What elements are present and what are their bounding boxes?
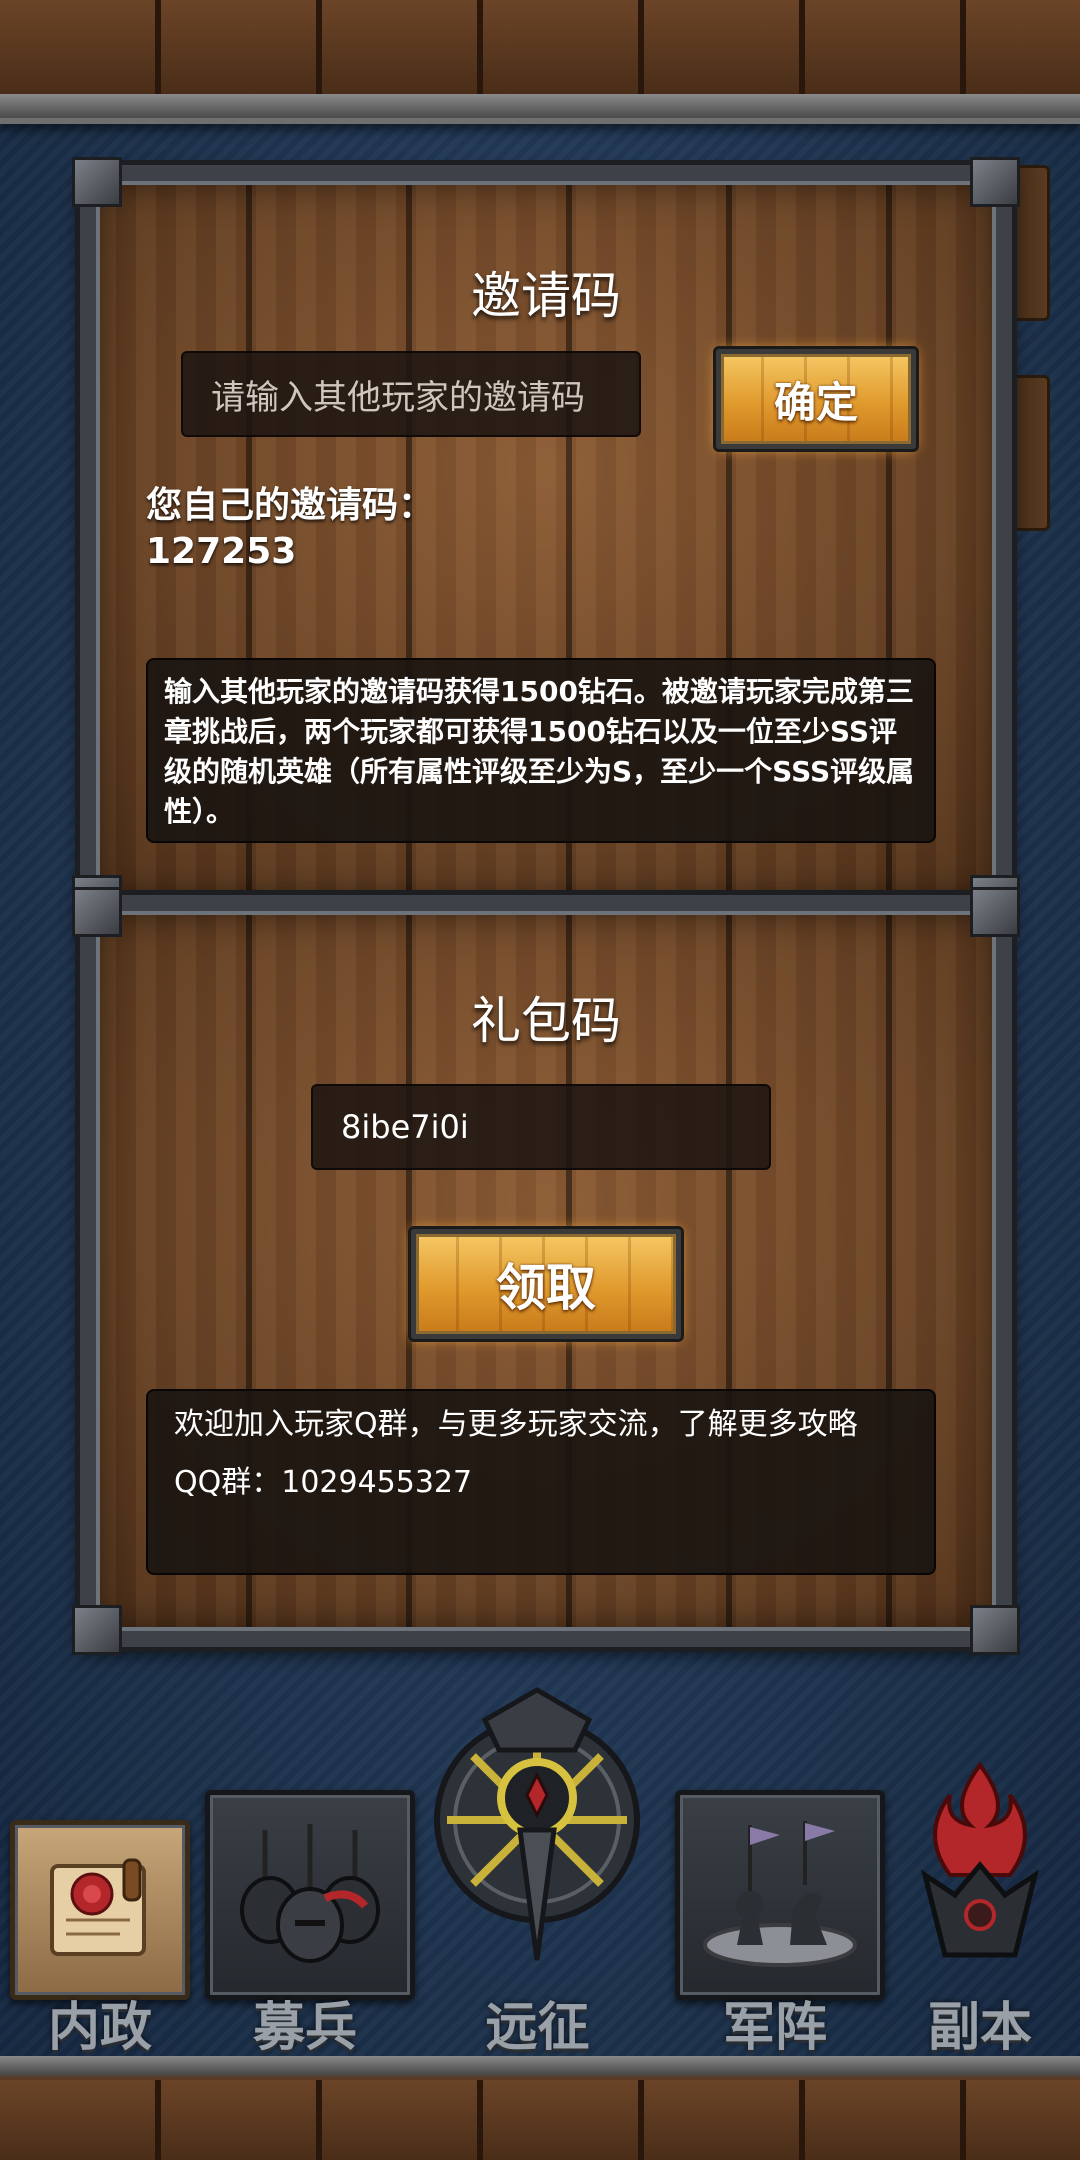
bottom-bar-planks [0, 2080, 1080, 2160]
invite-title: 邀请码 [471, 267, 621, 325]
panel-corner [72, 157, 122, 207]
qq-label: QQ群： [174, 1465, 282, 1500]
nav-label: 副本 [927, 1998, 1032, 2058]
nav-label: 内政 [47, 1998, 152, 2058]
panel-corner [970, 887, 1020, 937]
soldiers-icon [205, 1790, 415, 2000]
sword-emblem-icon [425, 1680, 650, 1970]
nav-item-expedition[interactable]: 远征 [405, 1660, 670, 2060]
flame-crown-svg [921, 1761, 1039, 1958]
qq-group-text: 欢迎加入玩家Q群，与更多玩家交流，了解更多攻略 [174, 1407, 858, 1442]
invite-code-input[interactable]: 请输入其他玩家的邀请码 [181, 351, 641, 437]
nav-item-domestic[interactable]: 内政 [0, 1810, 200, 2060]
sword-emblem-svg [434, 1687, 640, 1961]
nav-item-formation[interactable]: 军阵 [665, 1790, 885, 2060]
bottom-bar [0, 2056, 1080, 2160]
qq-group-line: QQ群：1029455327 [174, 1463, 908, 1503]
scroll-seal-svg [50, 1858, 146, 1956]
gift-code-value: 8ibe7i0i [341, 1108, 469, 1146]
panel-corner [970, 1605, 1020, 1655]
own-code-value: 127253 [146, 531, 297, 572]
confirm-button[interactable]: 确定 [713, 346, 919, 452]
invite-description: 输入其他玩家的邀请码获得1500钻石。被邀请玩家完成第三章挑战后，两个玩家都可获… [164, 675, 915, 828]
invite-description-box: 输入其他玩家的邀请码获得1500钻石。被邀请玩家完成第三章挑战后，两个玩家都可获… [146, 658, 936, 843]
gift-code-input[interactable]: 8ibe7i0i [311, 1084, 771, 1170]
bottom-nav: 内政 募兵 远征 军阵 副本 [0, 1660, 1080, 2060]
invite-panel: 邀请码 请输入其他玩家的邀请码 确定 您自己的邀请码： 127253 输入其他玩… [72, 157, 1020, 925]
panel-corner [72, 887, 122, 937]
panel-corner [970, 157, 1020, 207]
confirm-button-label: 确定 [773, 377, 858, 427]
qq-group-box: 欢迎加入玩家Q群，与更多玩家交流，了解更多攻略 QQ群：1029455327 [146, 1389, 936, 1575]
nav-item-dungeon[interactable]: 副本 [880, 1755, 1080, 2060]
top-bar [0, 0, 1080, 124]
scroll-seal-icon [10, 1820, 190, 2000]
claim-button[interactable]: 领取 [408, 1226, 684, 1342]
chess-pieces-svg [703, 1821, 857, 1967]
flame-crown-icon [905, 1755, 1055, 1965]
chess-pieces-icon [675, 1790, 885, 2000]
panel-corner [72, 1605, 122, 1655]
nav-label: 远征 [485, 1998, 590, 2058]
nav-label: 军阵 [722, 1998, 827, 2058]
claim-button-label: 领取 [496, 1259, 596, 1317]
own-code-label: 您自己的邀请码： [146, 485, 435, 526]
top-bar-rail [0, 94, 1080, 118]
invite-code-placeholder: 请输入其他玩家的邀请码 [211, 377, 585, 418]
nav-item-recruit[interactable]: 募兵 [195, 1790, 415, 2060]
own-invite-code: 您自己的邀请码： 127253 [146, 483, 434, 575]
soldiers-svg [240, 1824, 380, 1963]
qq-number[interactable]: 1029455327 [281, 1465, 472, 1500]
top-bar-planks [0, 0, 1080, 94]
gift-panel: 礼包码 8ibe7i0i 领取 欢迎加入玩家Q群，与更多玩家交流，了解更多攻略 … [72, 887, 1020, 1655]
nav-label: 募兵 [252, 1998, 357, 2058]
gift-title: 礼包码 [471, 992, 621, 1050]
